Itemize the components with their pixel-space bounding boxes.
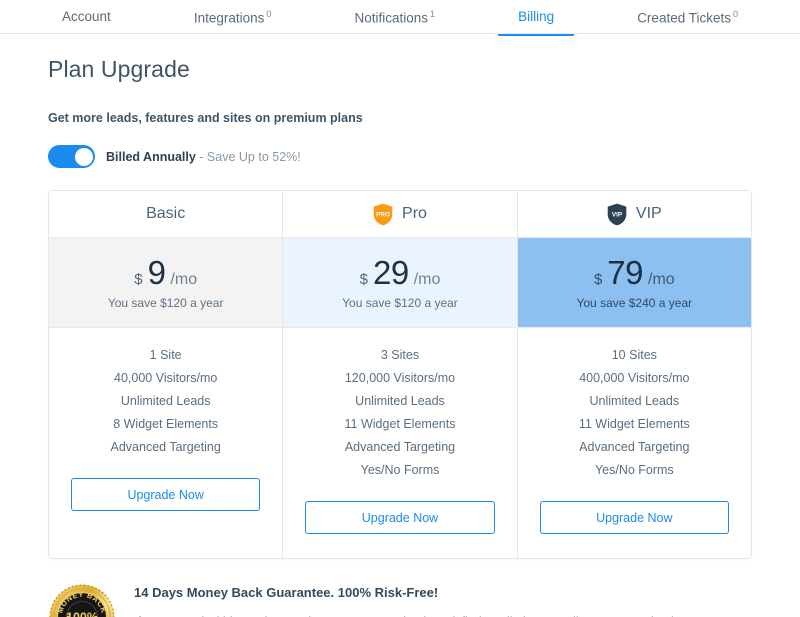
- currency-symbol: $: [593, 270, 603, 288]
- money-back-guarantee-section: MONEY BACK GUARANTEE 100% 14 Days Money …: [0, 559, 800, 617]
- upgrade-button-vip[interactable]: Upgrade Now: [539, 501, 729, 534]
- feature-item: Advanced Targeting: [110, 440, 221, 454]
- money-back-guarantee-seal: MONEY BACK GUARANTEE 100%: [48, 583, 116, 617]
- tab-created-tickets-count: 0: [732, 9, 738, 19]
- feature-item: 40,000 Visitors/mo: [114, 371, 218, 385]
- billing-period-row: Billed Annually - Save Up to 52%!: [48, 145, 752, 168]
- price-line-pro: $ 29 /mo: [360, 256, 441, 289]
- feature-item: 3 Sites: [380, 348, 420, 362]
- plan-header-basic: Basic: [49, 191, 283, 238]
- upgrade-button-pro[interactable]: Upgrade Now: [305, 501, 495, 534]
- currency-symbol: $: [134, 270, 143, 288]
- plan-header-vip: VIP VIP: [517, 191, 751, 238]
- plan-name-pro: Pro: [402, 205, 427, 222]
- plan-card-basic: Basic $ 9 /mo You save $120 a year 1 Sit…: [49, 191, 284, 558]
- guarantee-body: If you cancel within 14 days and you're …: [134, 611, 752, 617]
- tab-billing[interactable]: Billing: [498, 0, 575, 35]
- price-band-pro: $ 29 /mo You save $120 a year: [283, 238, 517, 328]
- feature-item: 8 Widget Elements: [113, 417, 219, 431]
- pro-shield-icon: PRO: [373, 203, 393, 226]
- plan-card-pro: PRO Pro $ 29 /mo You save $120 a year 3 …: [283, 191, 518, 558]
- plan-name-vip: VIP: [635, 205, 662, 222]
- billed-annually-toggle[interactable]: [48, 145, 95, 168]
- price-period-pro: /mo: [413, 270, 441, 288]
- plan-header-pro: PRO Pro: [283, 191, 517, 238]
- currency-symbol: $: [359, 270, 368, 288]
- feature-item: 120,000 Visitors/mo: [344, 371, 456, 385]
- price-amount-vip: 79: [607, 253, 644, 291]
- tab-integrations-label: Integrations: [193, 10, 265, 26]
- tab-account-label: Account: [62, 9, 111, 24]
- plan-cards: Basic $ 9 /mo You save $120 a year 1 Sit…: [48, 190, 752, 559]
- price-amount-basic: 9: [147, 253, 166, 291]
- tab-created-tickets[interactable]: Created Tickets 0: [635, 0, 740, 36]
- svg-text:PRO: PRO: [376, 211, 390, 218]
- price-band-vip: $ 79 /mo You save $240 a year: [517, 238, 751, 328]
- tab-created-tickets-label: Created Tickets: [637, 10, 731, 26]
- feature-item: Yes/No Forms: [594, 463, 674, 477]
- save-note-pro: You save $120 a year: [342, 295, 458, 310]
- page-title: Plan Upgrade: [48, 56, 190, 82]
- plan-footer-vip: Upgrade Now: [518, 491, 751, 558]
- svg-text:100%: 100%: [66, 611, 98, 617]
- upgrade-button-basic[interactable]: Upgrade Now: [71, 478, 261, 511]
- tab-notifications[interactable]: Notifications 1: [352, 0, 437, 36]
- feature-item: Advanced Targeting: [579, 440, 690, 454]
- price-line-basic: $ 9 /mo: [134, 256, 197, 289]
- plan-footer-pro: Upgrade Now: [283, 491, 516, 558]
- svg-text:VIP: VIP: [612, 211, 623, 218]
- feature-item: 1 Site: [149, 348, 182, 362]
- billed-annually-label: Billed Annually: [106, 149, 196, 164]
- billing-page: Plan Upgrade Get more leads, features an…: [0, 34, 800, 559]
- tab-account[interactable]: Account: [60, 0, 113, 35]
- billed-annually-suffix: - Save Up to 52%!: [195, 149, 301, 164]
- feature-list-basic: 1 Site 40,000 Visitors/mo Unlimited Lead…: [49, 328, 282, 468]
- price-period-vip: /mo: [648, 270, 675, 288]
- feature-item: Advanced Targeting: [344, 440, 456, 454]
- tab-notifications-label: Notifications: [354, 10, 429, 26]
- feature-list-pro: 3 Sites 120,000 Visitors/mo Unlimited Le…: [283, 328, 516, 491]
- tab-notifications-count: 1: [430, 9, 436, 19]
- tab-integrations-count: 0: [266, 9, 272, 19]
- save-note-basic: You save $120 a year: [107, 295, 224, 310]
- feature-item: Unlimited Leads: [120, 394, 211, 408]
- price-amount-pro: 29: [372, 253, 409, 291]
- vip-shield-icon: VIP: [607, 203, 627, 226]
- save-note-vip: You save $240 a year: [576, 295, 693, 310]
- plan-name-basic: Basic: [146, 205, 186, 222]
- billed-annually-text: Billed Annually - Save Up to 52%!: [106, 150, 301, 164]
- plan-card-vip: VIP VIP $ 79 /mo You save $240 a year 10…: [517, 191, 751, 558]
- toggle-knob: [74, 147, 93, 166]
- feature-item: 11 Widget Elements: [344, 417, 456, 431]
- feature-item: 400,000 Visitors/mo: [579, 371, 690, 385]
- feature-item: Unlimited Leads: [589, 394, 680, 408]
- plan-footer-basic: Upgrade Now: [49, 468, 282, 535]
- feature-item: Yes/No Forms: [360, 463, 440, 477]
- price-line-vip: $ 79 /mo: [594, 256, 675, 289]
- tab-integrations[interactable]: Integrations 0: [192, 0, 274, 36]
- feature-list-vip: 10 Sites 400,000 Visitors/mo Unlimited L…: [518, 328, 751, 491]
- guarantee-text-block: 14 Days Money Back Guarantee. 100% Risk-…: [134, 583, 752, 617]
- tab-billing-label: Billing: [518, 9, 555, 24]
- guarantee-title: 14 Days Money Back Guarantee. 100% Risk-…: [134, 585, 439, 600]
- feature-item: 10 Sites: [611, 348, 657, 362]
- settings-tab-bar: Account Integrations 0 Notifications 1 Bil…: [0, 0, 800, 36]
- page-subtitle: Get more leads, features and sites on pr…: [48, 111, 363, 125]
- price-period-basic: /mo: [170, 270, 198, 288]
- price-band-basic: $ 9 /mo You save $120 a year: [49, 238, 283, 328]
- feature-item: 11 Widget Elements: [578, 417, 690, 431]
- feature-item: Unlimited Leads: [355, 394, 445, 408]
